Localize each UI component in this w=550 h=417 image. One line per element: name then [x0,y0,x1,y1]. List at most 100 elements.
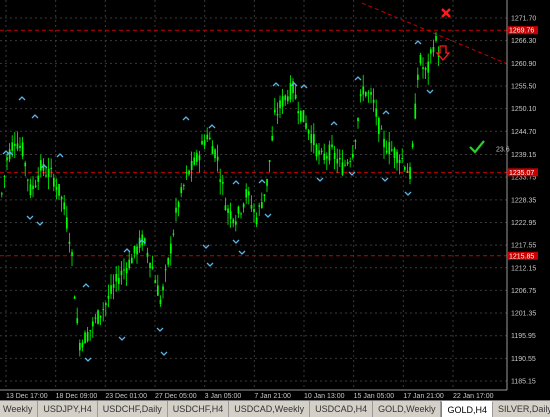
candle-body [203,140,206,146]
candle-body [214,149,216,159]
signal-arrow-down [2,150,10,155]
candles [1,32,440,357]
chart-tab[interactable]: GOLD,H4 [441,401,493,417]
chart-tab[interactable]: USDCHF,H4 [168,401,230,417]
time-axis-label: 10 Jan 13:00 [304,393,345,400]
candle-body [362,86,365,95]
candle-body [305,123,307,129]
chart-tab[interactable]: Weekly [0,401,39,417]
candle-body [250,205,253,209]
candle-body [383,138,385,148]
candle-body [271,135,274,141]
candle-body [105,303,107,305]
candle-body [201,140,203,145]
candle-body [180,187,183,194]
candle-body [146,252,149,257]
candle-body [276,113,279,116]
candle-body [71,252,73,256]
candle-body [279,100,281,108]
chart-tab[interactable]: SILVER,Daily [493,401,550,417]
candle-body [406,170,409,173]
red-x-icon [441,8,451,18]
candle-body [198,155,201,161]
candle-body [248,191,250,196]
candle-body [32,185,34,190]
chart-tab[interactable]: USDCAD,Weekly [229,401,311,417]
chart-tab[interactable]: USDJPY,H4 [38,401,98,417]
candle-body [92,321,94,327]
signal-arrow-down [208,124,216,129]
candle-body [370,92,372,95]
candle-body [19,145,21,148]
candle-body [123,269,125,271]
candle-body [86,332,89,342]
chart-tab[interactable]: USDCAD,H4 [310,401,374,417]
chart-tab[interactable]: GOLD,Weekly [373,401,442,417]
candle-body [294,94,297,99]
candle-body [261,202,263,208]
signal-arrow-up [404,191,412,196]
time-axis-label: 17 Jan 21:00 [403,393,444,400]
candle-body [253,209,255,213]
time-axis: 13 Dec 17:00 18 Dec 09:00 23 Dec 01:00 27 D… [6,393,494,400]
signal-arrow-down [82,283,90,288]
candle-body [396,151,398,163]
candle-body [323,153,326,160]
signal-arrow-down [414,40,422,45]
candle-body [409,166,411,180]
candle-body [81,342,84,348]
candle-body [344,164,346,166]
signal-arrow-down [290,82,298,87]
candle-body [346,162,349,164]
candle-body [300,110,302,122]
signal-arrow-up [206,262,214,267]
candle-body [398,159,401,164]
candle-body [183,185,185,187]
candle-body [411,143,414,148]
candle-body [14,143,16,146]
chart-tab[interactable]: USDCHF,Daily [98,401,168,417]
signal-arrow-down [232,180,240,185]
signal-arrow-up [426,89,434,94]
time-axis-label: 23 Dec 01:00 [105,393,147,400]
candle-body [307,130,310,134]
candle-body [414,103,417,119]
candle-body [401,157,404,159]
candle-body [310,134,313,144]
signal-arrow-up [118,336,126,341]
candle-body [328,144,331,161]
candle-body [222,182,224,184]
candle-body [242,203,245,208]
candle-body [302,110,305,123]
candle-body [422,67,424,69]
price-chart[interactable]: 1271.70 1266.30 1260.90 1255.50 1250.10 1244.… [0,0,550,400]
signal-arrow-down [18,96,26,101]
candle-body [58,184,60,196]
price-axis-label: 1217.55 [511,243,536,250]
time-axis-label: 3 Jan 05:00 [205,393,242,400]
time-axis-label: 13 Dec 17:00 [6,393,48,400]
candle-body [99,315,102,318]
signal-arrow-down [258,179,266,184]
chart-tab-bar: Weekly USDJPY,H4 USDCHF,Daily USDCHF,H4 USDC… [0,400,550,417]
candle-body [84,332,86,344]
candle-body [118,277,120,284]
candle-body [136,246,138,255]
candle-body [336,158,339,164]
candle-body [120,270,123,275]
candle-body [281,96,284,107]
signal-arrows [2,40,434,362]
candle-body [229,211,232,219]
candle-body [128,259,131,269]
candle-body [53,177,55,187]
signal-arrow-down [56,153,64,158]
candle-body [167,258,170,265]
signal-arrow-up [156,327,164,332]
candle-body [1,193,3,195]
candle-body [430,49,432,54]
candle-body [40,160,42,171]
candle-body [365,92,367,97]
chart-window[interactable]: 1271.70 1266.30 1260.90 1255.50 1250.10 1244.… [0,0,550,400]
signal-arrow-up [26,215,34,220]
price-axis-label: 1222.95 [511,220,536,227]
